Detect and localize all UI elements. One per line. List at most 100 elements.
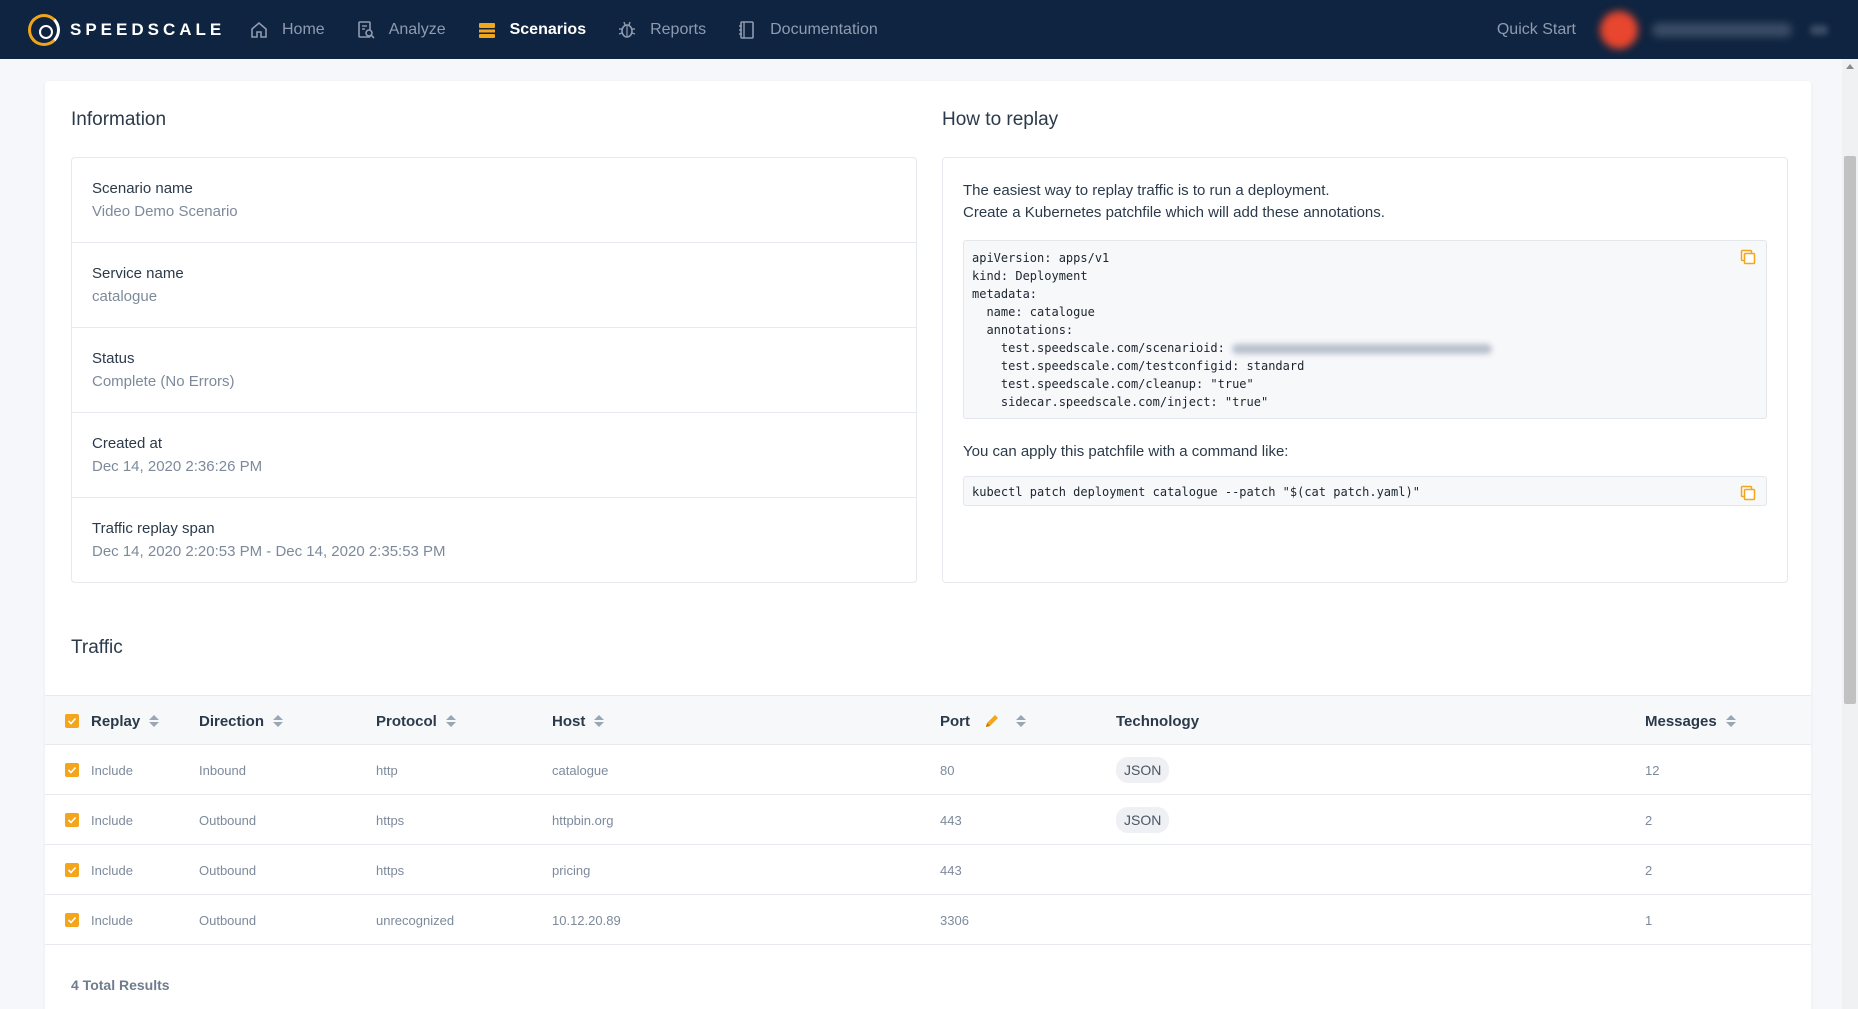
scenario-detail-card: Information How to replay Scenario name … — [45, 81, 1811, 1009]
sort-icon[interactable] — [1016, 715, 1026, 727]
replay-value: Include — [91, 762, 133, 778]
host-cell: 10.12.20.89 — [552, 912, 621, 928]
column-header-direction[interactable]: Direction — [199, 696, 284, 746]
column-header-messages[interactable]: Messages — [1645, 696, 1736, 746]
row-checkbox[interactable] — [65, 913, 79, 927]
column-label: Technology — [1116, 712, 1200, 730]
speedscale-logo[interactable]: SPEEDSCALE — [28, 13, 248, 46]
command-code-block[interactable]: kubectl patch deployment catalogue --pat… — [963, 476, 1767, 506]
nav-item-reports[interactable]: Reports — [616, 19, 706, 41]
code-line: test.speedscale.com/cleanup: "true" — [972, 377, 1254, 391]
replay-cell[interactable]: Include — [65, 745, 133, 795]
info-label: Status — [92, 350, 135, 367]
messages-cell: 2 — [1645, 862, 1653, 878]
scroll-up-icon[interactable] — [1846, 64, 1854, 69]
column-header-port[interactable]: Port — [940, 696, 1026, 746]
port-cell: 443 — [940, 862, 962, 878]
info-row-service-name: Service name catalogue — [72, 243, 916, 328]
sort-icon[interactable] — [1725, 715, 1736, 727]
protocol-cell: http — [376, 762, 398, 778]
column-label: Replay — [91, 712, 141, 730]
nav-item-analyze[interactable]: Analyze — [355, 19, 446, 41]
table-row[interactable]: Include Outbound https pricing 443 2 — [45, 845, 1811, 895]
sort-icon[interactable] — [149, 715, 160, 727]
port-cell: 443 — [940, 812, 962, 828]
nav-item-home[interactable]: Home — [248, 19, 325, 41]
replay-cell[interactable]: Include — [65, 795, 133, 845]
chevron-down-icon[interactable] — [1810, 24, 1828, 35]
main-nav: Home Analyze Scenarios Reports Documenta… — [248, 0, 908, 59]
nav-item-scenarios[interactable]: Scenarios — [476, 19, 586, 41]
information-panel: Scenario name Video Demo Scenario Servic… — [71, 157, 917, 583]
bug-icon — [616, 19, 638, 41]
nav-item-analyze-label: Analyze — [388, 20, 446, 38]
protocol-cell: https — [376, 862, 405, 878]
replay-intro-line-1: The easiest way to replay traffic is to … — [963, 182, 1330, 199]
table-row[interactable]: Include Outbound https httpbin.org 443 J… — [45, 795, 1811, 845]
column-header-host[interactable]: Host — [552, 696, 605, 746]
patchfile-code-block[interactable]: apiVersion: apps/v1 kind: Deployment metad… — [963, 240, 1767, 419]
direction-cell: Outbound — [199, 912, 257, 928]
information-title: Information — [71, 109, 167, 130]
replay-value: Include — [91, 912, 133, 928]
technology-badge: JSON — [1116, 807, 1170, 833]
code-line: test.speedscale.com/scenarioid: — [972, 341, 1233, 355]
analyze-icon — [355, 19, 377, 41]
row-checkbox[interactable] — [65, 763, 79, 777]
info-value: Dec 14, 2020 2:20:53 PM - Dec 14, 2020 2… — [92, 543, 446, 560]
row-checkbox[interactable] — [65, 863, 79, 877]
info-row-status: Status Complete (No Errors) — [72, 328, 916, 413]
traffic-title: Traffic — [71, 637, 123, 658]
redacted-scenario-id — [1232, 343, 1493, 354]
copy-icon[interactable] — [1740, 249, 1756, 265]
direction-cell: Inbound — [199, 762, 246, 778]
column-label: Direction — [199, 712, 265, 730]
info-value: catalogue — [92, 288, 158, 305]
row-checkbox[interactable] — [65, 813, 79, 827]
sort-icon[interactable] — [273, 715, 284, 727]
column-label: Host — [552, 712, 586, 730]
kubectl-command: kubectl patch deployment catalogue --pat… — [972, 485, 1420, 499]
replay-intro-line-2: Create a Kubernetes patchfile which will… — [963, 204, 1385, 221]
book-icon — [736, 19, 758, 41]
scenarios-icon — [476, 19, 498, 41]
nav-item-documentation[interactable]: Documentation — [736, 19, 878, 41]
host-cell: httpbin.org — [552, 812, 614, 828]
table-row[interactable]: Include Inbound http catalogue 80 JSON 1… — [45, 745, 1811, 795]
info-value: Dec 14, 2020 2:36:26 PM — [92, 458, 263, 475]
avatar[interactable] — [1600, 10, 1638, 49]
direction-cell: Outbound — [199, 862, 257, 878]
info-row-created-at: Created at Dec 14, 2020 2:36:26 PM — [72, 413, 916, 498]
user-menu-name[interactable] — [1652, 22, 1792, 37]
sort-icon[interactable] — [445, 715, 456, 727]
copy-icon[interactable] — [1740, 485, 1756, 501]
protocol-cell: https — [376, 812, 405, 828]
sort-icon[interactable] — [594, 715, 605, 727]
replay-cell[interactable]: Include — [65, 845, 133, 895]
code-line: apiVersion: apps/v1 — [972, 251, 1110, 265]
total-results: 4 Total Results — [71, 977, 170, 993]
protocol-cell: unrecognized — [376, 912, 455, 928]
scrollbar-thumb[interactable] — [1844, 156, 1856, 704]
direction-cell: Outbound — [199, 812, 257, 828]
select-all-checkbox[interactable] — [65, 714, 79, 728]
pencil-icon[interactable] — [984, 713, 1000, 729]
replay-cell[interactable]: Include — [65, 895, 133, 945]
replay-value: Include — [91, 862, 133, 878]
top-nav-bar: SPEEDSCALE Home Analyze Scenarios Report… — [0, 0, 1858, 59]
info-row-scenario-name: Scenario name Video Demo Scenario — [72, 158, 916, 243]
code-line: test.speedscale.com/testconfigid: standa… — [972, 359, 1305, 373]
nav-item-documentation-label: Documentation — [770, 20, 878, 38]
technology-cell: JSON — [1116, 795, 1170, 845]
table-row[interactable]: Include Outbound unrecognized 10.12.20.8… — [45, 895, 1811, 945]
host-cell: catalogue — [552, 762, 609, 778]
info-label: Scenario name — [92, 180, 193, 197]
host-cell: pricing — [552, 862, 591, 878]
messages-cell: 12 — [1645, 762, 1660, 778]
code-line: metadata: — [972, 287, 1038, 301]
column-header-replay[interactable]: Replay — [65, 696, 160, 746]
quick-start-link[interactable]: Quick Start — [1497, 21, 1576, 39]
column-header-protocol[interactable]: Protocol — [376, 696, 456, 746]
messages-cell: 1 — [1645, 912, 1653, 928]
how-to-replay-title: How to replay — [942, 109, 1059, 130]
